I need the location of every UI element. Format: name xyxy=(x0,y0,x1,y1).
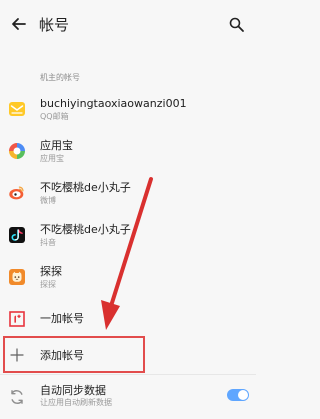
back-button[interactable] xyxy=(7,12,31,36)
app-store-icon xyxy=(8,142,26,160)
oneplus-icon xyxy=(8,310,26,328)
account-row-yingyongbao[interactable]: 应用宝 应用宝 xyxy=(0,132,256,172)
account-title: buchiyingtaoxiaowanzi001 xyxy=(40,97,187,110)
tantan-icon xyxy=(8,268,26,286)
weibo-icon xyxy=(8,184,26,202)
douyin-icon xyxy=(8,226,26,244)
plus-icon xyxy=(10,348,24,362)
add-account-label: 添加帐号 xyxy=(40,349,84,362)
mail-icon xyxy=(8,100,26,118)
account-row-tantan[interactable]: 探探 探探 xyxy=(0,258,256,298)
account-row-oneplus[interactable]: 一加帐号 xyxy=(0,300,256,340)
auto-sync-title: 自动同步数据 xyxy=(40,384,106,397)
account-title: 不吃樱桃de小丸子 xyxy=(40,223,131,236)
top-bar: 帐号 xyxy=(0,0,256,52)
arrow-left-icon xyxy=(12,18,26,30)
account-title: 一加帐号 xyxy=(40,312,84,325)
account-title: 应用宝 xyxy=(40,139,73,152)
account-title: 探探 xyxy=(40,265,62,278)
accounts-screen: 帐号 机主的帐号 buchiyingtaoxiaowanzi001 QQ邮箱 应… xyxy=(0,0,256,419)
auto-sync-toggle[interactable] xyxy=(227,389,249,401)
account-subtitle: 微博 xyxy=(40,196,56,205)
section-divider xyxy=(0,374,256,375)
account-row-qqmail[interactable]: buchiyingtaoxiaowanzi001 QQ邮箱 xyxy=(0,90,256,130)
add-account-button[interactable]: 添加帐号 xyxy=(0,337,256,372)
account-subtitle: 探探 xyxy=(40,280,56,289)
search-icon xyxy=(229,17,244,32)
account-subtitle: 抖音 xyxy=(40,238,56,247)
auto-sync-row[interactable]: 自动同步数据 让应用自动刷新数据 xyxy=(0,378,256,418)
search-button[interactable] xyxy=(225,13,249,37)
sync-icon xyxy=(11,390,23,404)
account-subtitle: QQ邮箱 xyxy=(40,112,69,121)
page-title: 帐号 xyxy=(39,16,70,34)
account-row-weibo[interactable]: 不吃樱桃de小丸子 微博 xyxy=(0,174,256,214)
toggle-knob xyxy=(238,390,248,400)
account-subtitle: 应用宝 xyxy=(40,154,64,163)
account-row-douyin[interactable]: 不吃樱桃de小丸子 抖音 xyxy=(0,216,256,256)
account-title: 不吃樱桃de小丸子 xyxy=(40,181,131,194)
section-label: 机主的帐号 xyxy=(40,73,80,82)
auto-sync-subtitle: 让应用自动刷新数据 xyxy=(40,398,112,407)
